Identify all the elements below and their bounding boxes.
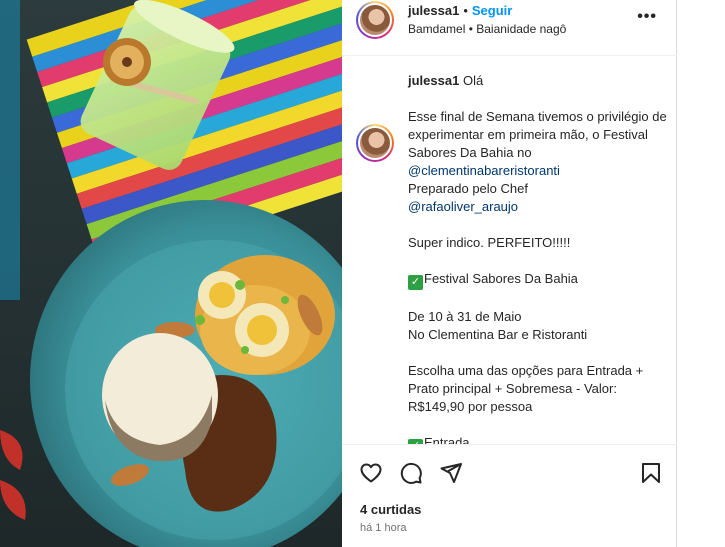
caption-paragraph-1: Esse final de Semana tivemos o privilégi… bbox=[408, 108, 668, 216]
header-title-row: julessa1 • Seguir bbox=[408, 3, 512, 18]
caption-paragraph-2: Super indico. PERFEITO!!!!! bbox=[408, 235, 571, 250]
caption-text: Esse final de Semana tivemos o privilégi… bbox=[408, 108, 668, 445]
caption-avatar[interactable] bbox=[356, 124, 394, 162]
page-background bbox=[678, 0, 725, 547]
caption-venue: No Clementina Bar e Ristoranti bbox=[408, 327, 588, 342]
caption-paragraph-3: ✓ Festival Sabores Da Bahia bbox=[408, 270, 668, 290]
post-timestamp[interactable]: há 1 hora bbox=[360, 522, 406, 534]
caption-paragraph-6: ✓Entrada bbox=[408, 434, 668, 445]
caption-greeting: Olá bbox=[462, 73, 484, 88]
post-panel: julessa1 • Seguir Bamdamel • Baianidade na… bbox=[342, 0, 677, 547]
share-button[interactable] bbox=[438, 460, 464, 486]
heart-icon bbox=[360, 463, 382, 483]
follow-button[interactable]: Seguir bbox=[472, 3, 512, 18]
caption-p1-prefix: Esse final de Semana tivemos o privilégi… bbox=[408, 109, 667, 160]
like-button[interactable] bbox=[358, 460, 384, 486]
caption-paragraph-4: De 10 à 31 de Maio No Clementina Bar e R… bbox=[408, 308, 668, 344]
separator-dot: • bbox=[463, 3, 468, 18]
post-header: julessa1 • Seguir Bamdamel • Baianidade na… bbox=[342, 0, 677, 56]
more-options-icon[interactable]: ••• bbox=[637, 8, 657, 26]
action-bar bbox=[342, 454, 677, 490]
food-photo-illustration bbox=[0, 0, 342, 547]
check-emoji-icon: ✓ bbox=[408, 439, 423, 444]
post-photo[interactable] bbox=[0, 0, 342, 547]
caption-username[interactable]: julessa1 bbox=[408, 73, 459, 88]
caption-p6-text: Entrada bbox=[424, 435, 470, 445]
author-avatar[interactable] bbox=[356, 1, 394, 39]
author-username[interactable]: julessa1 bbox=[408, 3, 459, 18]
mention-restaurant-link[interactable]: @clementinabareristoranti bbox=[408, 163, 560, 178]
send-icon bbox=[440, 463, 462, 483]
bookmark-icon bbox=[642, 463, 660, 483]
audio-subtitle[interactable]: Bamdamel • Baianidade nagô bbox=[408, 22, 566, 36]
caption-header: julessa1 Olá bbox=[408, 73, 483, 88]
caption-paragraph-5: Escolha uma das opções para Entrada + Pr… bbox=[408, 363, 644, 414]
caption-dates: De 10 à 31 de Maio bbox=[408, 309, 522, 324]
caption-p1-mid: Preparado pelo Chef bbox=[408, 181, 528, 196]
caption-p3-text: Festival Sabores Da Bahia bbox=[424, 271, 578, 286]
mention-chef-link[interactable]: @rafaoliver_araujo bbox=[408, 199, 518, 214]
check-emoji-icon: ✓ bbox=[408, 275, 423, 290]
likes-count[interactable]: 4 curtidas bbox=[360, 502, 421, 517]
caption-area: julessa1 Olá Esse final de Semana tivemo… bbox=[342, 56, 677, 445]
comment-icon bbox=[400, 462, 422, 484]
save-button[interactable] bbox=[638, 460, 664, 486]
comment-button[interactable] bbox=[398, 460, 424, 486]
